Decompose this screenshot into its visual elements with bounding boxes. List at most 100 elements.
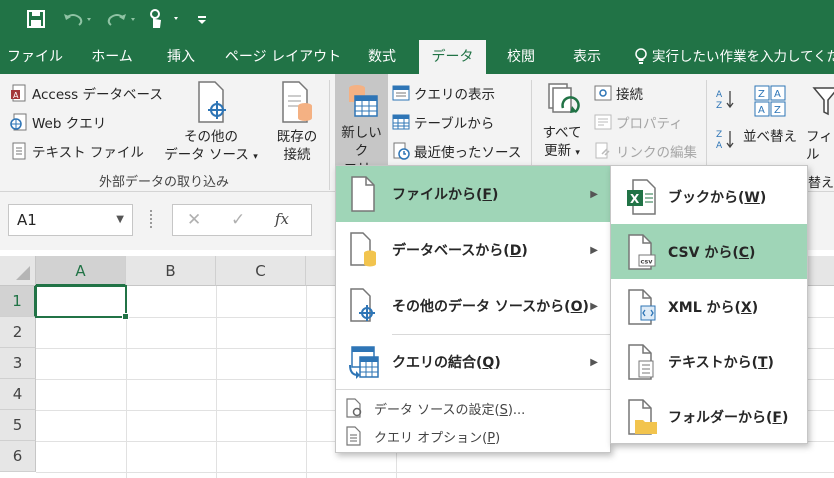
- tell-me-text: 実行したい作業を入力してくださ: [652, 49, 834, 65]
- filter-button[interactable]: フィル: [806, 84, 834, 164]
- svg-text:X: X: [630, 192, 640, 206]
- submenu-item-from-csv[interactable]: csv CSV から(C): [611, 224, 807, 279]
- csv-file-icon: csv: [628, 233, 656, 270]
- other-sources-icon: [198, 81, 226, 123]
- touch-mode-icon[interactable]: [145, 8, 185, 30]
- text-file-button[interactable]: テキスト ファイル: [10, 140, 144, 162]
- show-queries-icon: [392, 85, 410, 101]
- filter-icon: [812, 87, 834, 116]
- menu-item-from-database[interactable]: データベースから(D) ▶: [336, 222, 610, 278]
- access-icon: A: [11, 84, 26, 102]
- edit-links-button[interactable]: リンクの編集: [594, 140, 697, 162]
- submenu-item-from-folder[interactable]: フォルダーから(F): [611, 389, 807, 444]
- svg-text:A: A: [716, 90, 723, 100]
- menu-item-data-source-settings[interactable]: データ ソースの設定(S)...: [336, 394, 610, 422]
- sort-descending-button[interactable]: ZA: [716, 128, 736, 150]
- enter-icon[interactable]: ✓: [231, 210, 245, 230]
- new-query-menu: ファイルから(F) ▶ データベースから(D) ▶ その他のデータ ソースから(…: [335, 165, 611, 453]
- tab-data[interactable]: データ: [419, 40, 486, 74]
- svg-text:A: A: [774, 89, 781, 100]
- cancel-icon[interactable]: ✕: [187, 210, 201, 230]
- save-icon[interactable]: [24, 8, 48, 30]
- from-table-button[interactable]: テーブルから: [392, 111, 494, 133]
- submenu-arrow-icon: ▶: [590, 300, 598, 312]
- svg-text:Z: Z: [774, 105, 781, 116]
- tab-page-layout[interactable]: ページ レイアウト: [222, 40, 344, 74]
- show-queries-button[interactable]: クエリの表示: [392, 82, 495, 104]
- tell-me-box[interactable]: 実行したい作業を入力してくださ: [634, 40, 834, 74]
- svg-text:Z: Z: [716, 101, 722, 110]
- customize-qat-icon[interactable]: [194, 8, 210, 30]
- row-header-1[interactable]: 1: [0, 286, 36, 317]
- connections-button[interactable]: 接続: [594, 82, 643, 104]
- active-cell-a1[interactable]: [35, 285, 127, 318]
- row-header-3[interactable]: 3: [0, 348, 36, 379]
- row-header-4[interactable]: 4: [0, 379, 36, 410]
- menu-item-combine-queries[interactable]: クエリの結合(Q) ▶: [336, 335, 610, 389]
- submenu-item-from-text[interactable]: テキストから(T): [611, 334, 807, 389]
- new-query-icon: [348, 85, 378, 117]
- svg-text:A: A: [13, 91, 19, 100]
- text-file-icon: [628, 343, 654, 380]
- database-icon: [350, 232, 376, 267]
- row-header-2[interactable]: 2: [0, 317, 36, 348]
- tab-formulas[interactable]: 数式: [354, 40, 410, 74]
- menu-item-from-file[interactable]: ファイルから(F) ▶: [336, 166, 610, 222]
- access-database-button[interactable]: A Access データベース: [10, 82, 163, 104]
- insert-function-icon[interactable]: fx: [275, 210, 289, 228]
- data-source-settings-icon: [346, 398, 362, 418]
- menu-item-query-options[interactable]: クエリ オプション(P): [336, 422, 610, 450]
- tab-insert[interactable]: 挿入: [154, 40, 208, 74]
- tab-review[interactable]: 校閲: [494, 40, 548, 74]
- submenu-item-from-xml[interactable]: XML から(X): [611, 279, 807, 334]
- chevron-down-icon: ▼: [116, 214, 124, 225]
- submenu-arrow-icon: ▶: [590, 356, 598, 368]
- ribbon-tabs: ファイル ホーム 挿入 ページ レイアウト 数式 データ 校閲 表示 実行したい…: [0, 40, 834, 74]
- existing-connections-button[interactable]: 既存の 接続: [268, 80, 326, 164]
- tab-home[interactable]: ホーム: [80, 40, 144, 74]
- svg-text:A: A: [716, 141, 723, 150]
- properties-button[interactable]: プロパティ: [594, 111, 683, 133]
- refresh-all-button[interactable]: すべて 更新 ▾: [538, 80, 586, 162]
- recent-sources-button[interactable]: 最近使ったソース: [392, 140, 521, 162]
- submenu-arrow-icon: ▶: [590, 244, 598, 256]
- tab-view[interactable]: 表示: [560, 40, 614, 74]
- sort-ascending-button[interactable]: AZ: [716, 88, 736, 110]
- sort-az-icon: AZ: [716, 90, 734, 110]
- column-header-c[interactable]: C: [216, 256, 306, 286]
- file-icon: [351, 176, 375, 212]
- submenu-item-from-workbook[interactable]: X ブックから(W): [611, 169, 807, 224]
- svg-text:Z: Z: [716, 130, 722, 140]
- grid-line: [306, 286, 307, 478]
- sort-button[interactable]: ZAAZ 並べ替え: [742, 84, 798, 146]
- menu-separator: [336, 389, 610, 390]
- column-header-a[interactable]: A: [36, 256, 126, 286]
- row-header-5[interactable]: 5: [0, 410, 36, 441]
- properties-icon: [594, 114, 612, 130]
- excel-workbook-icon: X: [627, 178, 656, 215]
- combine-queries-icon: [349, 346, 379, 379]
- tab-file[interactable]: ファイル: [0, 40, 70, 74]
- existing-connections-icon: [282, 81, 312, 123]
- redo-icon[interactable]: [104, 8, 140, 30]
- fill-handle[interactable]: [122, 313, 129, 320]
- name-box[interactable]: A1 ▼: [8, 204, 133, 236]
- reapply-label: 替え: [808, 175, 834, 191]
- text-file-icon: [12, 142, 26, 160]
- row-header-6[interactable]: 6: [0, 441, 36, 472]
- lightbulb-icon: [634, 48, 648, 66]
- group-label-get-external-data: 外部データの取り込み: [98, 175, 229, 190]
- other-sources-button[interactable]: その他の データ ソース ▾: [164, 80, 258, 166]
- other-sources-icon: [350, 288, 375, 322]
- grid-line: [216, 286, 217, 478]
- web-icon: [10, 113, 27, 131]
- web-query-button[interactable]: Web クエリ: [10, 111, 106, 133]
- svg-text:A: A: [758, 105, 765, 116]
- column-header-b[interactable]: B: [126, 256, 216, 286]
- menu-item-from-other-sources[interactable]: その他のデータ ソースから(O) ▶: [336, 278, 610, 334]
- undo-icon[interactable]: [60, 8, 96, 30]
- sort-dialog-icon: Z AA Z: [754, 85, 786, 117]
- title-bar: [0, 0, 834, 40]
- select-all-button[interactable]: [0, 256, 36, 286]
- svg-text:Z: Z: [758, 89, 765, 100]
